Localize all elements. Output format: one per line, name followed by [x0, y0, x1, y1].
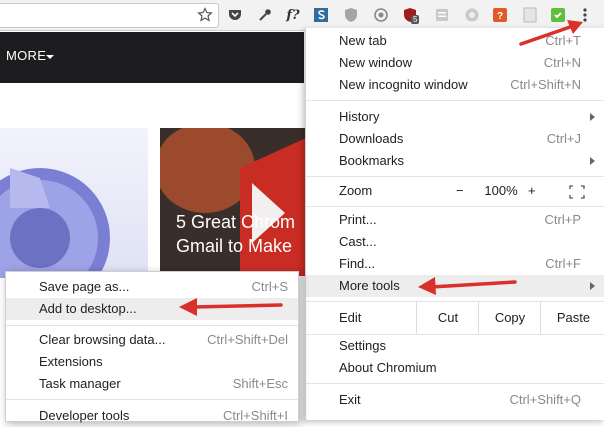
- menu-item-label: Zoom: [339, 183, 373, 198]
- menu-shortcut: Ctrl+N: [543, 55, 581, 70]
- menu-item-cast[interactable]: Cast...: [306, 231, 604, 253]
- zoom-level: 100%: [484, 183, 518, 198]
- submenu-item-task-manager[interactable]: Task manager Shift+Esc: [6, 373, 298, 395]
- menu-item-about[interactable]: About Chromium: [306, 357, 604, 379]
- menu-item-bookmarks[interactable]: Bookmarks: [306, 150, 604, 172]
- menu-divider: [306, 176, 604, 177]
- menu-item-label: New window: [339, 55, 412, 70]
- annotation-arrow-icon: [519, 20, 583, 46]
- zoom-out-button[interactable]: −: [456, 180, 464, 202]
- headline-line-2: Gmail to Make: [176, 236, 293, 256]
- menu-item-find[interactable]: Find... Ctrl+F: [306, 253, 604, 275]
- page-icon[interactable]: [433, 6, 451, 24]
- menu-item-label: Clear browsing data...: [39, 332, 166, 347]
- menu-shortcut: Ctrl+F: [545, 256, 581, 271]
- menu-item-label: History: [339, 109, 380, 124]
- menu-shortcut: Ctrl+P: [544, 212, 581, 227]
- menu-item-exit[interactable]: Exit Ctrl+Shift+Q: [306, 389, 604, 411]
- menu-item-label: Save page as...: [39, 279, 130, 294]
- menu-item-label: Edit: [339, 310, 362, 325]
- submenu-item-developer-tools[interactable]: Developer tools Ctrl+Shift+I: [6, 405, 298, 427]
- menu-shortcut: Ctrl+J: [546, 131, 581, 146]
- menu-item-label: Find...: [339, 256, 376, 271]
- menu-shortcut: Ctrl+Shift+Q: [509, 392, 581, 407]
- menu-item-label: About Chromium: [339, 360, 437, 375]
- menu-item-new-window[interactable]: New window Ctrl+N: [306, 52, 604, 74]
- menu-divider: [306, 206, 604, 207]
- menu-item-label: Settings: [339, 338, 386, 353]
- paste-button[interactable]: Paste: [540, 302, 604, 334]
- caret-down-icon: [46, 55, 54, 59]
- menu-divider: [306, 100, 604, 101]
- menu-item-print[interactable]: Print... Ctrl+P: [306, 209, 604, 231]
- submenu-arrow-icon: [590, 157, 595, 165]
- menu-shortcut: Ctrl+Shift+N: [510, 77, 581, 92]
- menu-item-label: Downloads: [339, 131, 404, 146]
- stylus-icon[interactable]: [312, 6, 330, 24]
- cut-button[interactable]: Cut: [416, 302, 479, 334]
- menu-item-new-incognito[interactable]: New incognito window Ctrl+Shift+N: [306, 74, 604, 96]
- menu-shortcut: Ctrl+Shift+I: [222, 408, 288, 423]
- submenu-item-clear-data[interactable]: Clear browsing data... Ctrl+Shift+Del: [6, 329, 298, 351]
- menu-divider: [6, 399, 298, 400]
- annotation-arrow-icon: [418, 277, 517, 295]
- menu-divider: [6, 325, 298, 326]
- zoom-in-button[interactable]: +: [528, 180, 536, 202]
- menu-item-zoom: Zoom − 100% +: [306, 180, 604, 202]
- star-icon[interactable]: [196, 6, 214, 24]
- menu-divider: [306, 383, 604, 384]
- menu-item-label: Task manager: [39, 376, 121, 391]
- menu-item-label: More tools: [339, 278, 400, 293]
- tracker-icon[interactable]: [372, 6, 390, 24]
- address-bar[interactable]: [0, 3, 219, 28]
- chromecast-icon[interactable]: [463, 6, 481, 24]
- menu-item-label: Bookmarks: [339, 153, 405, 168]
- menu-item-label: New tab: [339, 33, 387, 48]
- article-thumbnail-gear[interactable]: [0, 128, 148, 278]
- annotation-arrow-icon: [179, 298, 283, 316]
- menu-shortcut: Ctrl+Shift+Del: [207, 332, 288, 347]
- honey-icon[interactable]: ?: [491, 6, 509, 24]
- gear-illustration: [0, 168, 110, 278]
- menu-item-label: Add to desktop...: [39, 301, 137, 316]
- menu-item-label: Developer tools: [39, 408, 130, 423]
- menu-item-label: Extensions: [39, 354, 103, 369]
- submenu-item-extensions[interactable]: Extensions: [6, 351, 298, 373]
- eyedropper-icon[interactable]: [256, 6, 274, 24]
- submenu-arrow-icon: [590, 113, 595, 121]
- ublock-icon[interactable]: 5: [401, 6, 420, 24]
- menu-shortcut: Shift+Esc: [232, 376, 288, 391]
- font-icon[interactable]: f?: [284, 6, 302, 24]
- menu-item-downloads[interactable]: Downloads Ctrl+J: [306, 128, 604, 150]
- chrome-main-menu: New tab Ctrl+T New window Ctrl+N New inc…: [305, 28, 604, 420]
- fullscreen-icon[interactable]: [569, 184, 585, 206]
- menu-item-label: Print...: [339, 212, 377, 227]
- more-tools-submenu: Save page as... Ctrl+S Add to desktop...…: [5, 271, 299, 423]
- ublock-badge: 5: [411, 15, 420, 24]
- pocket-icon[interactable]: [226, 6, 244, 24]
- menu-item-label: Cast...: [339, 234, 377, 249]
- headline-line-1: 5 Great Chrom: [176, 212, 296, 232]
- nav-more-link[interactable]: MORE: [6, 48, 46, 63]
- submenu-arrow-icon: [590, 282, 595, 290]
- menu-item-label: Exit: [339, 392, 361, 407]
- menu-item-settings[interactable]: Settings: [306, 335, 604, 357]
- menu-item-history[interactable]: History: [306, 106, 604, 128]
- copy-button[interactable]: Copy: [478, 302, 541, 334]
- shield-icon[interactable]: [342, 6, 360, 24]
- article-headline[interactable]: 5 Great Chrom Gmail to Make: [176, 210, 295, 258]
- svg-text:?: ?: [497, 11, 503, 22]
- menu-item-label: New incognito window: [339, 77, 468, 92]
